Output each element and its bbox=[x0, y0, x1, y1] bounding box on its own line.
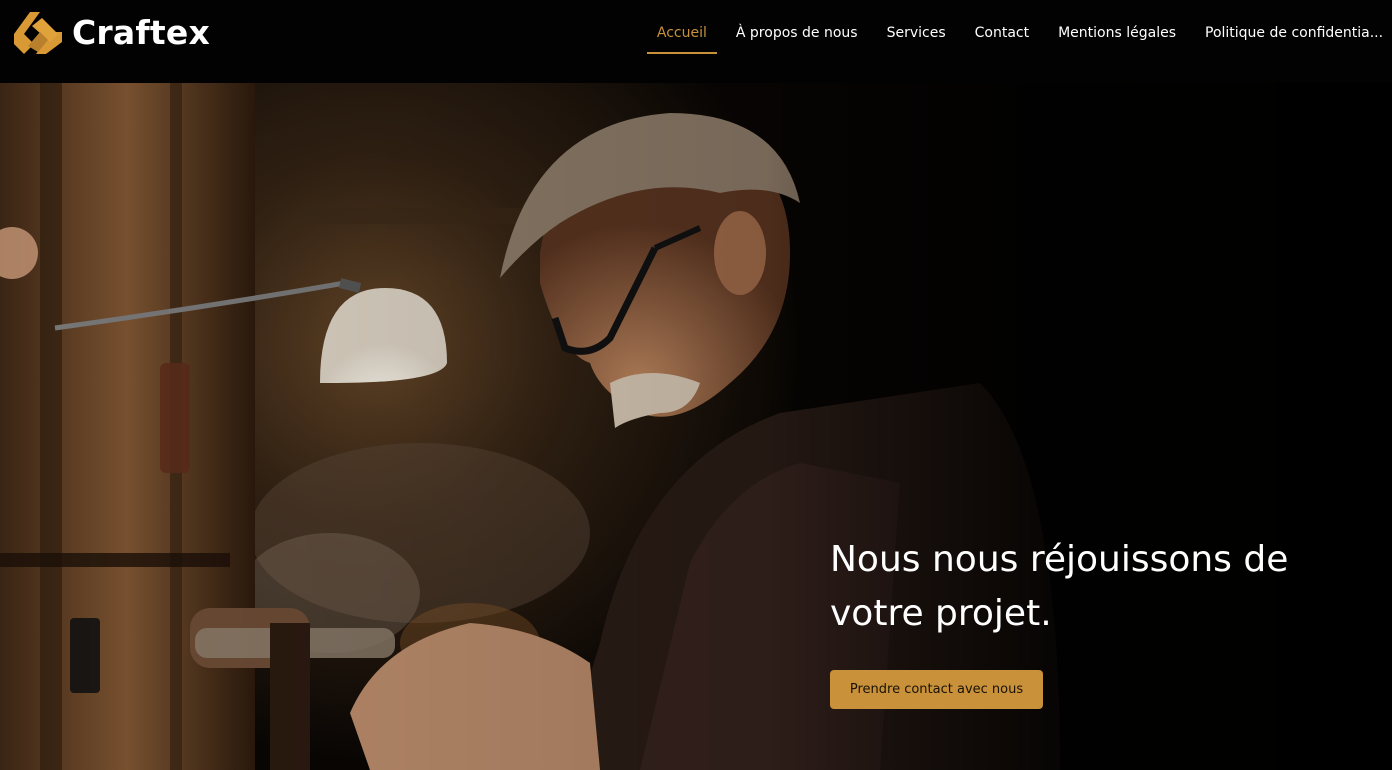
main-navigation: Accueil À propos de nous Services Contac… bbox=[628, 0, 1392, 66]
nav-item-services[interactable]: Services bbox=[887, 23, 946, 43]
contact-cta-button[interactable]: Prendre contact avec nous bbox=[830, 670, 1043, 709]
hero-background-image bbox=[0, 83, 1392, 770]
nav-item-contact[interactable]: Contact bbox=[975, 23, 1029, 43]
hero-section: Nous nous réjouissons de votre projet. P… bbox=[0, 83, 1392, 770]
nav-item-accueil[interactable]: Accueil bbox=[646, 23, 717, 54]
craftex-logo-icon bbox=[14, 12, 62, 54]
hero-headline-line-1: Nous nous réjouissons de bbox=[830, 539, 1289, 580]
nav-item-mentions-legales[interactable]: Mentions légales bbox=[1058, 23, 1176, 43]
nav-item-politique-confidentialite[interactable]: Politique de confidentia... bbox=[1205, 23, 1388, 43]
nav-item-a-propos[interactable]: À propos de nous bbox=[736, 23, 858, 43]
brand-name: Craftex bbox=[72, 13, 210, 52]
logo[interactable]: Craftex bbox=[14, 12, 210, 54]
hero-headline: Nous nous réjouissons de votre projet. bbox=[830, 533, 1350, 641]
site-header: Craftex Accueil À propos de nous Service… bbox=[0, 0, 1392, 83]
hero-headline-line-2: votre projet. bbox=[830, 593, 1052, 634]
